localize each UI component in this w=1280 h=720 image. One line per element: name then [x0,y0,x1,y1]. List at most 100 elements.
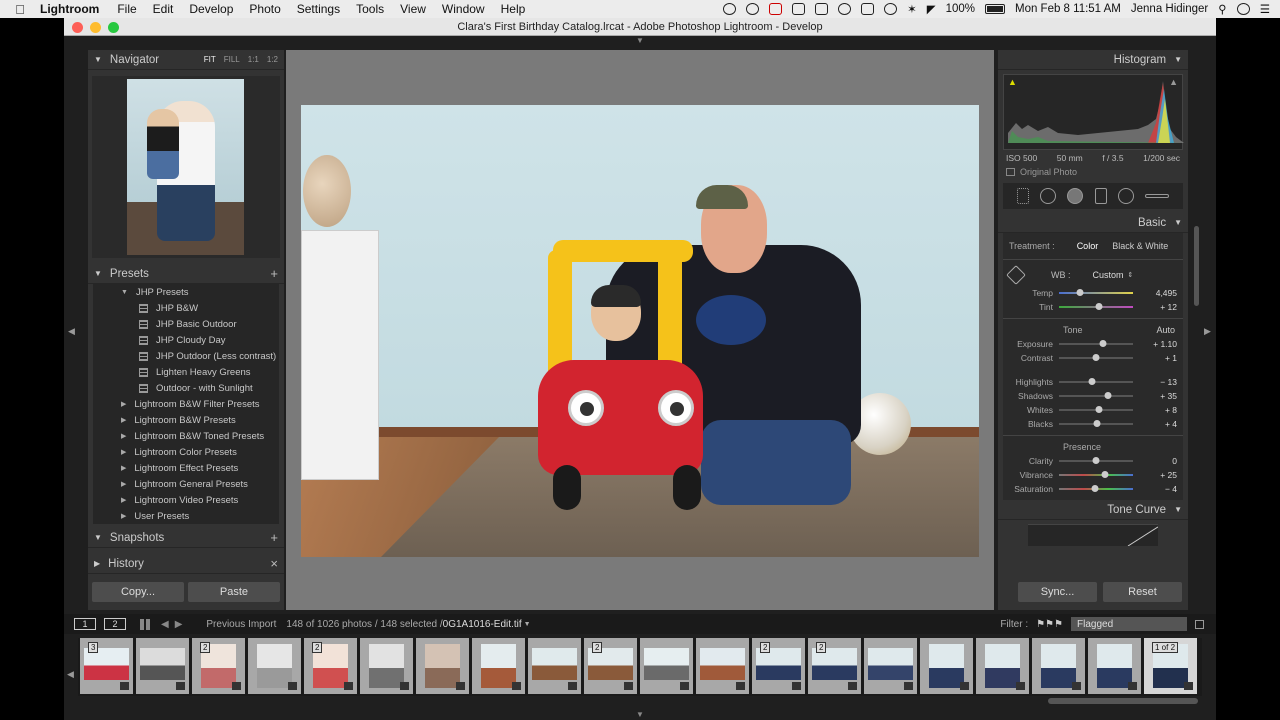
slider-knob[interactable] [1091,485,1099,492]
slider-track[interactable] [1059,392,1133,399]
filmstrip-thumbnail[interactable] [864,638,917,694]
search-icon[interactable]: ⚲ [1218,2,1226,16]
menu-develop[interactable]: Develop [189,2,233,16]
drive-icon[interactable] [815,3,829,15]
filmstrip-thumbnail[interactable] [1088,638,1141,694]
eyedropper-icon[interactable] [1006,265,1026,285]
collapse-triangle-icon[interactable]: ▼ [1174,505,1182,514]
slider-knob[interactable] [1088,378,1096,385]
collapse-triangle-icon[interactable]: ▼ [94,533,102,542]
slider-vibrance[interactable]: Vibrance + 25 [1003,468,1183,482]
flag-filter-icon[interactable]: ⚑⚑⚑ [1036,619,1063,630]
main-photo[interactable] [301,105,979,557]
navigator-header[interactable]: ▼ Navigator FIT FILL 1:1 1:2 [88,50,284,70]
navigator-preview[interactable] [92,76,280,258]
left-panel-toggle-icon[interactable]: ◀ [68,326,75,337]
original-photo-toggle[interactable]: Original Photo [1006,167,1180,177]
menu-app[interactable]: Lightroom [40,2,99,16]
slider-track[interactable] [1059,378,1133,385]
menu-list-icon[interactable]: ☰ [1260,2,1270,16]
zoom-1-1[interactable]: 1:1 [248,55,259,64]
slider-knob[interactable] [1092,354,1100,361]
clear-history-icon[interactable]: × [270,556,278,571]
record-icon[interactable] [723,3,737,15]
filmstrip-thumbnail[interactable] [360,638,413,694]
graduated-filter-icon[interactable] [1094,188,1107,204]
stack-count-badge[interactable]: 2 [312,642,323,653]
wb-chevron-icon[interactable]: ⇕ [1128,271,1134,279]
bluetooth-icon[interactable]: ✶ [907,2,917,16]
preset-item[interactable]: JHP Basic Outdoor [93,316,279,332]
expand-triangle-icon[interactable]: ▶ [94,559,100,568]
siri-icon[interactable] [1236,3,1250,15]
zoom-1-2[interactable]: 1:2 [267,55,278,64]
filter-select[interactable]: Flagged [1071,617,1187,631]
slider-track[interactable] [1059,406,1133,413]
prev-next-arrows-icon[interactable]: ◀▶ [161,619,188,630]
filmstrip-thumbnail[interactable]: 3 [80,638,133,694]
preset-folder-open[interactable]: ▼ JHP Presets [93,284,279,300]
slider-knob[interactable] [1104,392,1112,399]
slider-knob[interactable] [1092,457,1100,464]
slider-value[interactable]: + 8 [1165,405,1177,415]
filename-chevron-icon[interactable]: ▼ [524,621,531,628]
adjustment-brush-icon[interactable] [1145,194,1170,198]
right-panel-scrollbar[interactable] [1194,226,1199,306]
preset-folder[interactable]: ▶ Lightroom B&W Presets [93,412,279,428]
reset-button[interactable]: Reset [1103,582,1182,602]
paste-button[interactable]: Paste [188,582,280,602]
crop-tool-icon[interactable] [1016,188,1029,204]
preset-folder[interactable]: ▶ Lightroom B&W Filter Presets [93,396,279,412]
slider-track[interactable] [1059,471,1133,478]
preset-item[interactable]: JHP Outdoor (Less contrast) [93,348,279,364]
slider-value[interactable]: + 1 [1165,353,1177,363]
filmstrip-thumbnail[interactable] [472,638,525,694]
slider-track[interactable] [1059,485,1133,492]
primary-display-button[interactable]: 1 [74,618,96,630]
slider-whites[interactable]: Whites + 8 [1003,403,1183,417]
menu-help[interactable]: Help [501,2,526,16]
filmstrip-thumbnail[interactable] [136,638,189,694]
copy-button[interactable]: Copy... [92,582,184,602]
collapse-triangle-icon[interactable]: ▼ [1174,218,1182,227]
menu-tools[interactable]: Tools [356,2,384,16]
auto-tone-button[interactable]: Auto [1156,325,1175,335]
menu-settings[interactable]: Settings [297,2,340,16]
secondary-display-button[interactable]: 2 [104,618,126,630]
treatment-bw[interactable]: Black & White [1112,241,1168,251]
filmstrip-thumbnail[interactable]: 2 [752,638,805,694]
slider-shadows[interactable]: Shadows + 35 [1003,389,1183,403]
slider-value[interactable]: 4,495 [1156,288,1177,298]
right-panel-toggle-icon[interactable]: ▶ [1204,326,1211,337]
filmstrip-thumbnail[interactable] [920,638,973,694]
zoom-fit[interactable]: FIT [204,55,216,64]
add-snapshot-icon[interactable]: + [270,530,278,545]
filmstrip-thumbnail[interactable] [696,638,749,694]
history-header[interactable]: ▶ History × [88,554,284,574]
slider-value[interactable]: 0 [1172,456,1177,466]
slider-value[interactable]: − 4 [1165,484,1177,494]
wifi-icon[interactable]: ◤ [927,2,936,16]
slider-exposure[interactable]: Exposure + 1.10 [1003,337,1183,351]
red-eye-icon[interactable] [1067,188,1084,204]
filmstrip-thumbnail[interactable] [528,638,581,694]
preset-item[interactable]: JHP B&W [93,300,279,316]
battery-icon[interactable] [984,4,1005,14]
collapse-triangle-icon[interactable]: ▼ [94,269,102,278]
preset-folder[interactable]: ▶ Lightroom Video Presets [93,492,279,508]
minimize-window-button[interactable] [90,22,101,33]
preset-folder[interactable]: ▶ Lightroom General Presets [93,476,279,492]
photos-icon[interactable] [792,3,806,15]
sync-button[interactable]: Sync... [1018,582,1097,602]
datetime[interactable]: Mon Feb 8 11:51 AM [1015,3,1121,15]
filmstrip-thumbnail[interactable]: 2 [304,638,357,694]
slider-blacks[interactable]: Blacks + 4 [1003,417,1183,431]
tone-curve-graph[interactable] [1028,524,1159,547]
slider-temp[interactable]: Temp 4,495 [1003,286,1183,300]
slider-knob[interactable] [1093,420,1101,427]
slider-value[interactable]: + 4 [1165,419,1177,429]
grid-view-icon[interactable] [140,618,151,630]
stack-count-badge[interactable]: 1 of 2 [1152,642,1179,653]
stack-count-badge[interactable]: 2 [200,642,211,653]
filmstrip-thumbnail[interactable]: 2 [808,638,861,694]
